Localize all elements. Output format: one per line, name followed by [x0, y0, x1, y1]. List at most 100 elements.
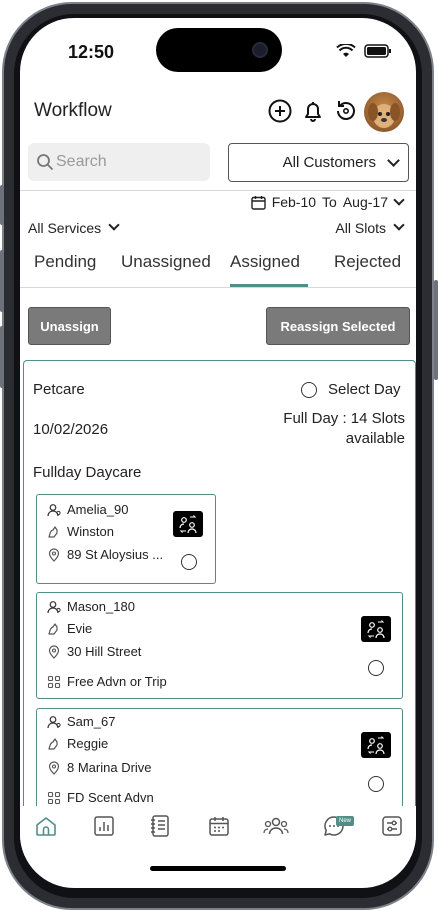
- address-row: 30 Hill Street: [47, 644, 141, 659]
- booking-select-radio[interactable]: [181, 554, 197, 570]
- chevron-down-icon: [387, 154, 400, 167]
- date-to-label: To: [322, 194, 337, 210]
- chevron-down-icon: [108, 219, 120, 231]
- owner-name: Mason_180: [67, 599, 135, 614]
- calendar-icon: [250, 195, 266, 210]
- tab-assigned[interactable]: Assigned: [230, 252, 300, 272]
- package-row: Free Advn or Trip: [47, 674, 167, 689]
- address: 89 St Aloysius ...: [67, 547, 164, 562]
- volume-up-button: [0, 250, 4, 312]
- home-indicator: [150, 866, 286, 871]
- page-title: Workflow: [34, 100, 112, 121]
- settings-icon[interactable]: [380, 814, 404, 838]
- date-range-picker[interactable]: Feb-10 To Aug-17: [250, 194, 406, 210]
- location-pin-icon: [48, 644, 60, 659]
- pet-name: Winston: [67, 524, 114, 539]
- service-type: Fullday Daycare: [33, 464, 142, 481]
- dynamic-island: [156, 28, 282, 72]
- location-pin-icon: [48, 547, 60, 562]
- reassign-staff-icon[interactable]: [361, 616, 391, 642]
- bell-icon[interactable]: [300, 98, 326, 124]
- volume-down-button: [0, 326, 4, 388]
- pet-name: Evie: [67, 621, 93, 636]
- package-row: FD Scent Advn: [47, 790, 154, 805]
- reports-icon[interactable]: [92, 814, 116, 838]
- new-badge: New: [336, 816, 354, 826]
- package-name: Free Advn or Trip: [67, 674, 167, 689]
- status-icons: [336, 44, 392, 58]
- user-icon: [47, 503, 61, 516]
- select-day-radio[interactable]: [301, 382, 317, 398]
- home-icon[interactable]: [34, 814, 58, 838]
- pet-row: Evie: [47, 621, 92, 636]
- customer-select[interactable]: All Customers: [228, 143, 409, 182]
- avatar[interactable]: [364, 92, 404, 132]
- search-icon: [37, 154, 54, 171]
- pet-icon: [48, 525, 58, 538]
- slots-filter[interactable]: All Slots: [335, 219, 406, 236]
- owner-row: Mason_180: [47, 599, 135, 614]
- unassign-button[interactable]: Unassign: [28, 307, 111, 345]
- chevron-down-icon: [393, 194, 405, 206]
- slot-date: 10/02/2026: [33, 421, 109, 438]
- app-screen: 12:50 Workflow Search All Customers Feb-…: [20, 18, 416, 888]
- tab-unassigned[interactable]: Unassigned: [121, 252, 211, 272]
- bookings-icon[interactable]: [148, 814, 172, 838]
- calendar-icon[interactable]: [207, 814, 231, 838]
- reassign-selected-button[interactable]: Reassign Selected: [266, 307, 410, 345]
- date-from: Feb-10: [271, 194, 317, 210]
- service-name: Petcare: [33, 381, 85, 398]
- wifi-icon: [336, 44, 356, 57]
- address: 30 Hill Street: [67, 644, 142, 659]
- availability-line-1: Full Day : 14 Slots: [283, 410, 405, 427]
- status-tabs: Pending Unassigned Assigned Rejected: [20, 252, 416, 288]
- customers-icon[interactable]: [263, 814, 289, 838]
- location-pin-icon: [48, 760, 60, 775]
- pet-name: Reggie: [67, 736, 109, 751]
- search-input[interactable]: Search: [28, 143, 210, 181]
- tab-pending[interactable]: Pending: [34, 252, 96, 272]
- booking-card[interactable]: Amelia_90 Winston 89 St Aloysius ...: [36, 494, 216, 584]
- pet-icon: [48, 622, 58, 635]
- user-icon: [47, 715, 61, 728]
- divider: [20, 287, 416, 288]
- user-icon: [47, 600, 61, 613]
- select-day-label: Select Day: [328, 381, 401, 398]
- availability-line-2: available: [345, 430, 405, 447]
- divider: [20, 190, 416, 191]
- slots-filter-label: All Slots: [335, 220, 386, 236]
- owner-row: Sam_67: [47, 714, 115, 729]
- address-row: 89 St Aloysius ...: [47, 547, 163, 562]
- mute-switch: [0, 185, 4, 225]
- chevron-down-icon: [393, 219, 405, 231]
- pet-icon: [48, 737, 58, 750]
- battery-icon: [364, 44, 391, 58]
- reassign-staff-icon[interactable]: [173, 511, 203, 537]
- search-placeholder: Search: [56, 153, 107, 170]
- power-button: [434, 280, 438, 380]
- pet-row: Reggie: [47, 736, 108, 751]
- refresh-icon[interactable]: [333, 98, 359, 124]
- services-filter[interactable]: All Services: [28, 219, 121, 236]
- date-to: Aug-17: [342, 194, 388, 210]
- status-time: 12:50: [68, 42, 115, 62]
- phone-frame: 12:50 Workflow Search All Customers Feb-…: [0, 0, 438, 916]
- package-name: FD Scent Advn: [67, 790, 154, 805]
- package-icon: [47, 675, 61, 688]
- pet-row: Winston: [47, 524, 114, 539]
- owner-name: Amelia_90: [67, 502, 129, 517]
- owner-name: Sam_67: [67, 714, 116, 729]
- customer-select-value: All Customers: [282, 154, 376, 171]
- booking-card[interactable]: Mason_180 Evie 30 Hill Street Free Advn …: [36, 592, 403, 699]
- add-icon[interactable]: [267, 98, 293, 124]
- owner-row: Amelia_90: [47, 502, 128, 517]
- slot-card: Petcare Select Day 10/02/2026 Full Day :…: [23, 360, 416, 848]
- tab-rejected[interactable]: Rejected: [334, 252, 401, 272]
- package-icon: [47, 791, 61, 804]
- address: 8 Marina Drive: [67, 760, 152, 775]
- bottom-nav: [20, 806, 416, 856]
- booking-select-radio[interactable]: [368, 776, 384, 792]
- reassign-staff-icon[interactable]: [361, 732, 391, 758]
- address-row: 8 Marina Drive: [47, 760, 152, 775]
- booking-select-radio[interactable]: [368, 660, 384, 676]
